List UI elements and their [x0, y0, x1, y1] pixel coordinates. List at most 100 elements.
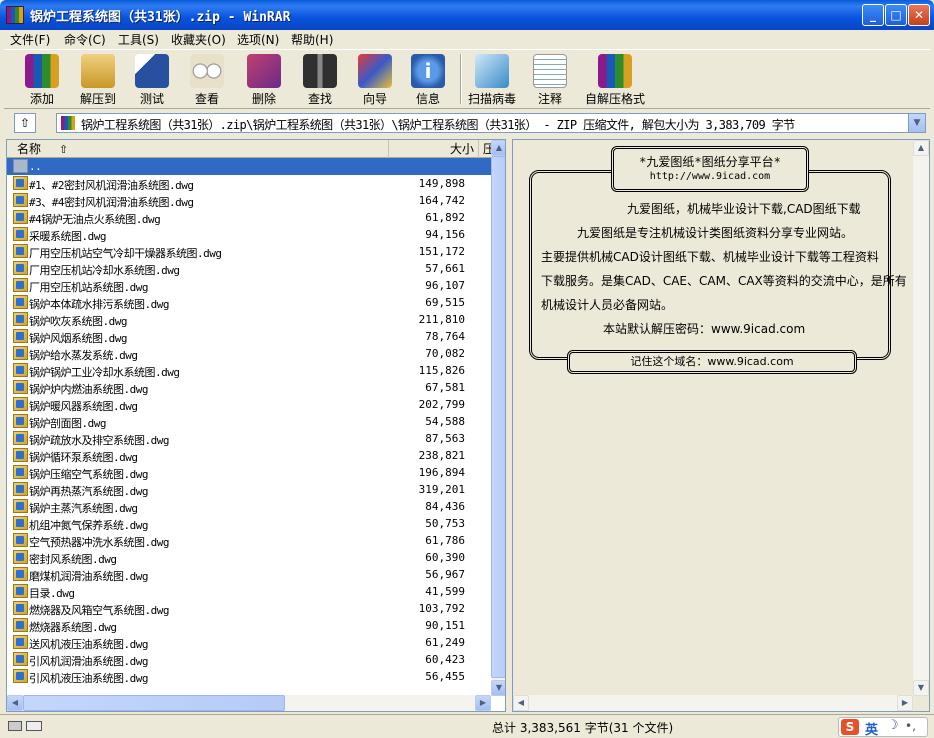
punctuation-icon[interactable]: •, [905, 719, 916, 733]
file-row[interactable]: 厂用空压机站冷却水系统图.dwg 57,661 [7, 260, 491, 277]
comment-horizontal-scrollbar[interactable]: ◀ ▶ [513, 695, 913, 711]
file-row[interactable]: 锅炉锅炉工业冷却水系统图.dwg 115,826 [7, 362, 491, 379]
column-name-label: 名称 [17, 142, 42, 156]
view-button[interactable]: 查看 [179, 52, 235, 106]
menu-commands[interactable]: 命令(C) [64, 31, 106, 48]
delete-button[interactable]: 删除 [236, 52, 292, 106]
file-row[interactable]: 密封风系统图.dwg 60,390 [7, 549, 491, 566]
list-horizontal-scrollbar[interactable]: ◀ ▶ [7, 695, 491, 711]
file-row[interactable]: 燃烧器及风箱空气系统图.dwg 103,792 [7, 600, 491, 617]
test-button[interactable]: 测试 [124, 52, 180, 106]
sogou-logo-icon[interactable]: S [841, 719, 859, 735]
scroll-thumb[interactable] [491, 156, 505, 678]
file-row[interactable]: 空气预热器冲洗水系统图.dwg 61,786 [7, 532, 491, 549]
menu-file[interactable]: 文件(F) [10, 31, 50, 48]
menu-help[interactable]: 帮助(H) [291, 31, 333, 48]
comment-header: *九爱图纸*图纸分享平台* http://www.9icad.com [611, 146, 809, 192]
file-row[interactable]: 机组冲氮气保养系统.dwg 50,753 [7, 515, 491, 532]
file-row[interactable]: 目录.dwg 41,599 [7, 583, 491, 600]
menu-favorites[interactable]: 收藏夹(O) [171, 31, 226, 48]
scroll-down-button[interactable]: ▼ [491, 680, 505, 696]
comment-scroll-down-button[interactable]: ▼ [913, 680, 929, 696]
file-row[interactable]: 锅炉炉内燃油系统图.dwg 67,581 [7, 379, 491, 396]
path-combo[interactable]: 锅炉工程系统图（共31张）.zip\锅炉工程系统图（共31张）\锅炉工程系统图（… [56, 113, 926, 133]
comment-vertical-scrollbar[interactable]: ▲ ▼ [913, 140, 929, 696]
comment-line-4: 下载服务。是集CAD、CAE、CAM、CAX等资料的交流中心，是所有 [541, 274, 907, 288]
file-row[interactable]: 燃烧器系统图.dwg 90,151 [7, 617, 491, 634]
dwg-file-icon [13, 618, 28, 632]
winrar-app-icon[interactable] [6, 6, 24, 24]
scan-virus-icon [475, 54, 509, 88]
minimize-button[interactable]: _ [862, 4, 884, 26]
scroll-up-button[interactable]: ▲ [491, 140, 505, 156]
scroll-left-button[interactable]: ◀ [7, 695, 23, 711]
file-size: 56,455 [425, 670, 465, 683]
comment-button[interactable]: 注释 [522, 52, 578, 106]
file-size: 69,515 [425, 296, 465, 309]
parent-folder-label: .. [29, 160, 42, 173]
sfx-button[interactable]: 自解压格式 [582, 52, 648, 106]
file-row[interactable]: #1、#2密封风机润滑油系统图.dwg 149,898 [7, 175, 491, 192]
find-button[interactable]: 查找 [292, 52, 348, 106]
dwg-file-icon [13, 499, 28, 513]
file-size: 41,599 [425, 585, 465, 598]
file-row[interactable]: #4锅炉无油点火系统图.dwg 61,892 [7, 209, 491, 226]
file-row[interactable]: 锅炉暖风器系统图.dwg 202,799 [7, 396, 491, 413]
hscroll-thumb[interactable] [23, 695, 285, 711]
file-row[interactable]: #3、#4密封风机润滑油系统图.dwg 164,742 [7, 192, 491, 209]
file-row[interactable]: 锅炉本体疏水排污系统图.dwg 69,515 [7, 294, 491, 311]
ime-language-toggle[interactable]: 英 [865, 719, 878, 738]
file-row[interactable]: 锅炉主蒸汽系统图.dwg 84,436 [7, 498, 491, 515]
comment-pane[interactable]: *九爱图纸*图纸分享平台* http://www.9icad.com 九爱图纸，… [512, 139, 930, 712]
comment-line-5: 机械设计人员必备网站。 [541, 298, 674, 312]
file-row[interactable]: 锅炉疏放水及排空系统图.dwg 87,563 [7, 430, 491, 447]
close-button[interactable]: ✕ [908, 4, 930, 26]
file-row[interactable]: 采暖系统图.dwg 94,156 [7, 226, 491, 243]
file-name: 锅炉吹灰系统图.dwg [29, 315, 128, 328]
view-label: 查看 [194, 92, 219, 106]
file-name: #3、#4密封风机润滑油系统图.dwg [29, 196, 194, 209]
scroll-right-button[interactable]: ▶ [475, 695, 491, 711]
file-row[interactable]: 厂用空压机站空气冷却干燥器系统图.dwg 151,172 [7, 243, 491, 260]
up-folder-button[interactable]: ⇧ [14, 113, 36, 133]
file-row[interactable]: 锅炉循环泵系统图.dwg 238,821 [7, 447, 491, 464]
file-list[interactable]: 名称 ⇧ 大小 压 .. #1、#2密封风机润滑油系统图.dwg 149,898 #… [6, 139, 506, 712]
wizard-button[interactable]: 向导 [347, 52, 403, 106]
delete-book-icon [247, 54, 281, 88]
comment-scroll-left-button[interactable]: ◀ [513, 695, 529, 711]
extract-to-button[interactable]: 解压到 [70, 52, 126, 106]
path-text: 锅炉工程系统图（共31张）.zip\锅炉工程系统图（共31张）\锅炉工程系统图（… [81, 118, 795, 132]
column-name[interactable]: 名称 ⇧ [7, 140, 389, 158]
moon-icon[interactable]: ☽ [887, 718, 899, 733]
file-row[interactable]: 锅炉给水蒸发系统.dwg 70,082 [7, 345, 491, 362]
file-row[interactable]: 引风机润滑油系统图.dwg 60,423 [7, 651, 491, 668]
file-row[interactable]: 锅炉再热蒸汽系统图.dwg 319,201 [7, 481, 491, 498]
file-row[interactable]: 磨煤机润滑油系统图.dwg 56,967 [7, 566, 491, 583]
file-row[interactable]: 锅炉风烟系统图.dwg 78,764 [7, 328, 491, 345]
scan-virus-button[interactable]: 扫描病毒 [464, 52, 520, 106]
file-row[interactable]: 锅炉压缩空气系统图.dwg 196,894 [7, 464, 491, 481]
folder-up-icon [13, 159, 28, 173]
menu-options[interactable]: 选项(N) [237, 31, 279, 48]
file-size: 84,436 [425, 500, 465, 513]
file-name: 锅炉再热蒸汽系统图.dwg [29, 485, 149, 498]
file-row[interactable]: 锅炉吹灰系统图.dwg 211,810 [7, 311, 491, 328]
dwg-file-icon [13, 431, 28, 445]
comment-scroll-right-button[interactable]: ▶ [897, 695, 913, 711]
parent-folder-row[interactable]: .. [7, 158, 491, 175]
ime-toolbar[interactable]: S 英 ☽ •, [838, 717, 928, 738]
title-bar[interactable]: 锅炉工程系统图（共31张）.zip - WinRAR _ □ ✕ [0, 0, 934, 30]
info-button[interactable]: i 信息 [400, 52, 456, 106]
file-row[interactable]: 厂用空压机站系统图.dwg 96,107 [7, 277, 491, 294]
file-row[interactable]: 锅炉剖面图.dwg 54,588 [7, 413, 491, 430]
add-button[interactable]: 添加 [14, 52, 70, 106]
chevron-down-icon[interactable]: ▼ [908, 114, 925, 132]
comment-scroll-up-button[interactable]: ▲ [913, 140, 929, 156]
maximize-button[interactable]: □ [885, 4, 907, 26]
file-row[interactable]: 送风机液压油系统图.dwg 61,249 [7, 634, 491, 651]
file-size: 78,764 [425, 330, 465, 343]
list-vertical-scrollbar[interactable]: ▲ ▼ [491, 140, 505, 696]
column-size[interactable]: 大小 [389, 140, 479, 158]
file-row[interactable]: 引风机液压油系统图.dwg 56,455 [7, 668, 491, 685]
menu-tools[interactable]: 工具(S) [118, 31, 159, 48]
